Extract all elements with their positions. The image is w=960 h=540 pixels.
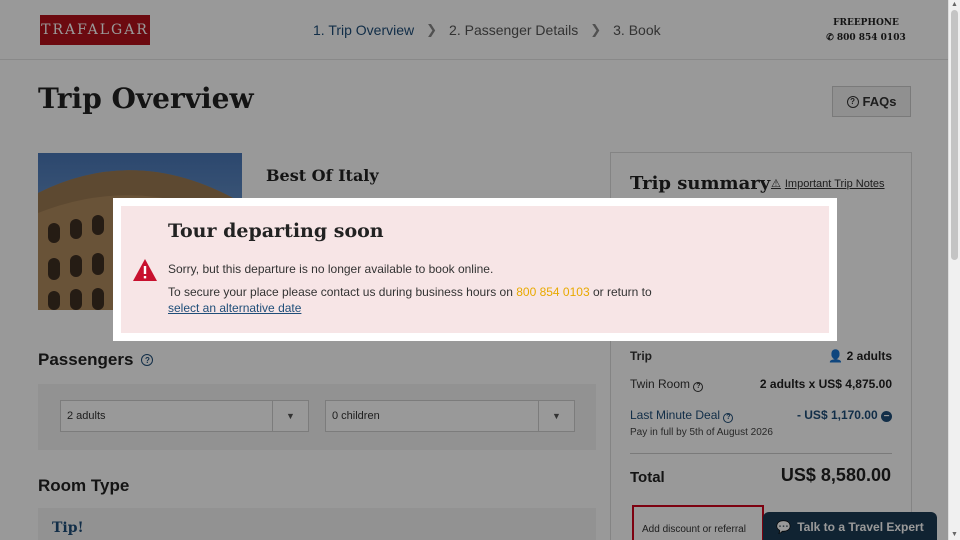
message-prefix: To secure your place please contact us d… (168, 285, 513, 299)
warning-triangle-icon (133, 259, 157, 281)
alert-box: Tour departing soon Sorry, but this depa… (121, 206, 829, 333)
modal-message-line1: Sorry, but this departure is no longer a… (168, 262, 494, 276)
vertical-scrollbar[interactable]: ▲ ▼ (948, 0, 960, 540)
scrollbar-thumb[interactable] (951, 10, 958, 260)
phone-number-link[interactable]: 800 854 0103 (516, 285, 589, 299)
modal-title: Tour departing soon (168, 220, 384, 242)
modal-message-line2: To secure your place please contact us d… (168, 285, 652, 299)
scroll-down-arrow-icon[interactable]: ▼ (950, 531, 959, 539)
select-alternative-date-link[interactable]: select an alternative date (168, 301, 301, 315)
departure-alert-modal: Tour departing soon Sorry, but this depa… (113, 198, 837, 341)
scroll-up-arrow-icon[interactable]: ▲ (950, 1, 959, 9)
message-suffix: or return to (592, 285, 652, 299)
